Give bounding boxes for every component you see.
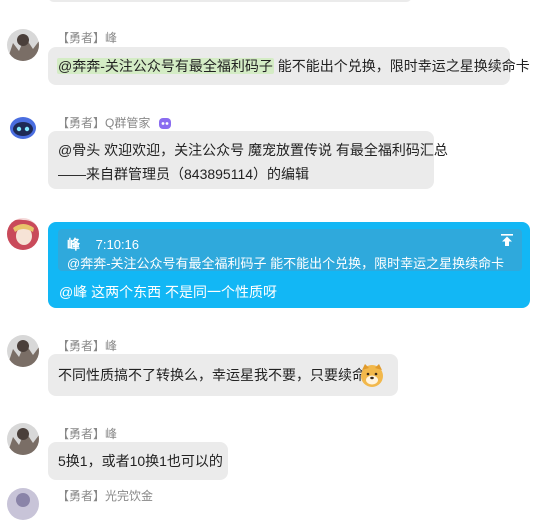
quote-time: 7:10:16 [95,237,140,252]
sender-name[interactable]: 峰 [105,339,117,353]
role-label: 【勇者】 [57,489,106,503]
message-text: 不同性质搞不了转换么，幸运星我不要，只要续命卡 [58,367,380,383]
self-message-bubble[interactable]: 峰 7:10:16 @奔奔-关注公众号有最全福利码子 能不能出个兑换，限时幸运之… [48,222,530,308]
avatar-user[interactable] [7,488,39,520]
message-bubble[interactable]: 不同性质搞不了转换么，幸运星我不要，只要续命卡 [48,354,398,396]
sender-name[interactable]: 光完饮金 [105,489,153,503]
avatar-feng[interactable] [7,29,39,61]
mention[interactable]: @奔奔-关注公众号有最全福利码子 [57,58,274,74]
quoted-message[interactable]: 峰 7:10:16 @奔奔-关注公众号有最全福利码子 能不能出个兑换，限时幸运之… [58,229,522,271]
role-label: 【勇者】 [57,339,106,353]
avatar-feng[interactable] [7,423,39,455]
role-label: 【勇者】 [57,31,106,45]
role-label: 【勇者】 [57,116,106,130]
role-label: 【勇者】 [57,427,106,441]
previous-message-bubble [48,0,412,2]
sender-name[interactable]: 峰 [105,427,117,441]
sender-label: 【勇者】光完饮金 [57,487,153,504]
message-text: 5换1，或者10换1也可以的 [58,453,223,469]
sender-label: 【勇者】峰 [57,425,117,442]
message-line: @骨头 欢迎欢迎，关注公众号 魔宠放置传说 有最全福利码汇总 [58,142,448,158]
message-text: @奔奔-关注公众号有最全福利码子 能不能出个兑换，限时幸运之星换续命卡 [57,55,530,77]
message-content: 能不能出个兑换，限时幸运之星换续命卡 [277,58,530,74]
message-bubble[interactable]: @奔奔-关注公众号有最全福利码子 能不能出个兑换，限时幸运之星换续命卡 [48,47,530,85]
message-bubble[interactable]: 5换1，或者10换1也可以的 [48,442,228,480]
avatar-q-group-manager[interactable] [7,111,39,143]
sender-label: 【勇者】峰 [57,337,117,354]
sender-name[interactable]: Q群管家 [105,116,150,130]
message-line: ——来自群管理员（843895114）的编辑 [58,166,310,182]
quote-text: @奔奔-关注公众号有最全福利码子 能不能出个兑换，限时幸运之星换续命卡 [67,256,505,271]
sender-label: 【勇者】峰 [57,29,117,46]
message-bubble[interactable]: @骨头 欢迎欢迎，关注公众号 魔宠放置传说 有最全福利码汇总 ——来自群管理员（… [48,131,448,189]
sender-name[interactable]: 峰 [105,31,117,45]
avatar-feng[interactable] [7,335,39,367]
message-text: @峰 这两个东西 不是同一个性质呀 [59,284,277,300]
quote-sender: 峰 [67,237,81,252]
dog-emoji-icon [359,362,385,394]
jump-to-quote-icon[interactable] [500,233,514,250]
avatar-self[interactable] [7,218,39,250]
quote-header: 峰 7:10:16 [67,234,139,253]
